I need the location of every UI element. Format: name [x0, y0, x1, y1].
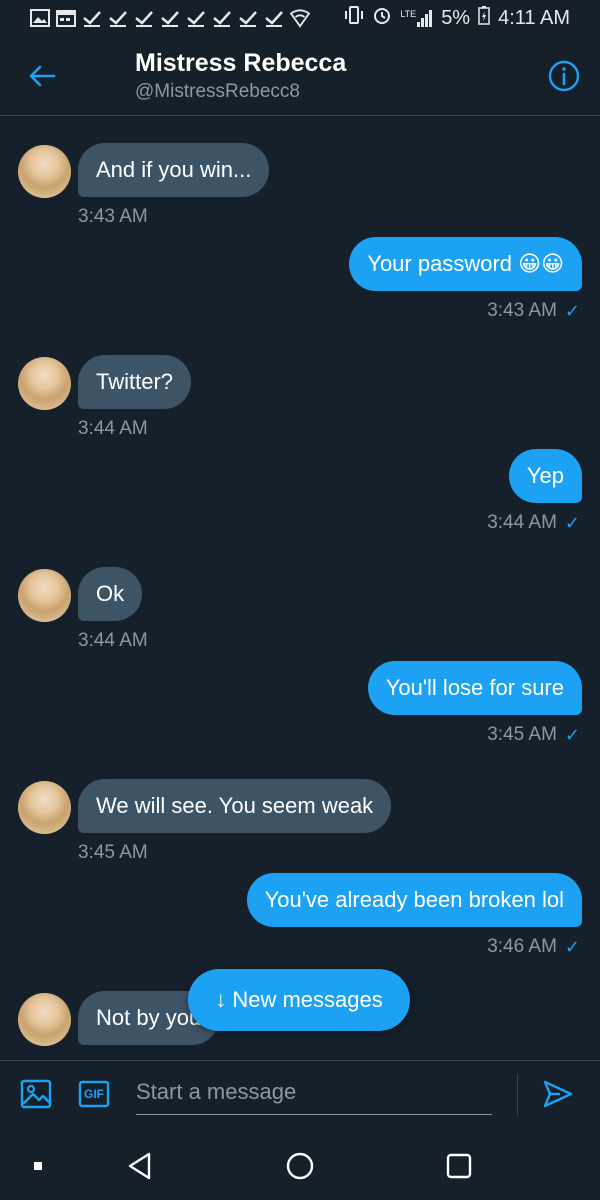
message-bubble[interactable]: Twitter?	[78, 355, 192, 409]
recent-dot-button[interactable]	[20, 1148, 56, 1184]
conversation-title[interactable]: Mistress Rebecca	[135, 49, 346, 78]
calendar-icon	[56, 8, 76, 28]
message-bubble[interactable]: And if you win...	[78, 143, 270, 197]
network-type: LTE	[400, 9, 417, 19]
system-status: LTE 5% 4:11 AM	[344, 5, 570, 31]
nav-home-button[interactable]	[282, 1148, 318, 1184]
avatar[interactable]	[18, 993, 71, 1046]
send-button[interactable]	[542, 1078, 574, 1110]
new-messages-button[interactable]: ↓ New messages	[188, 969, 410, 1031]
message-timestamp: 3:46 AM	[487, 936, 557, 957]
gif-button[interactable]: GIF	[78, 1078, 110, 1110]
gif-label: GIF	[84, 1087, 104, 1101]
dot-icon	[34, 1162, 42, 1170]
battery-percent: 5%	[441, 6, 471, 29]
avatar[interactable]	[18, 569, 71, 622]
message-timestamp: 3:45 AM	[487, 724, 557, 745]
conversation-header: Mistress Rebecca @MistressRebecc8	[0, 36, 600, 116]
avatar[interactable]	[18, 145, 71, 198]
sent-check-icon: ✓	[564, 300, 580, 321]
sent-check-icon: ✓	[564, 512, 580, 533]
arrow-left-icon	[29, 65, 56, 87]
avatar[interactable]	[18, 781, 71, 834]
nav-recents-button[interactable]	[441, 1148, 477, 1184]
status-bar: LTE 5% 4:11 AM	[0, 0, 600, 36]
send-icon	[543, 1080, 573, 1108]
message-timestamp: 3:44 AM	[487, 512, 557, 533]
check-icon	[108, 8, 128, 28]
message-timestamp: 3:45 AM	[78, 842, 148, 863]
sent-check-icon: ✓	[564, 936, 580, 957]
message-bubble[interactable]: You'll lose for sure	[367, 661, 582, 715]
avatar[interactable]	[18, 357, 71, 410]
alarm-icon	[372, 5, 392, 31]
triangle-back-icon	[128, 1152, 151, 1180]
clock: 4:11 AM	[498, 6, 570, 29]
info-button[interactable]	[548, 60, 580, 92]
nav-back-button[interactable]	[122, 1148, 158, 1184]
system-nav-bar	[0, 1128, 600, 1200]
wifi-shield-icon	[290, 8, 310, 28]
back-button[interactable]	[22, 58, 62, 94]
message-meta: 3:44 AM ✓	[487, 512, 580, 534]
check-icon	[186, 8, 206, 28]
message-bubble[interactable]: Ok	[78, 567, 143, 621]
gallery-icon	[30, 8, 50, 28]
message-meta: 3:46 AM ✓	[487, 936, 580, 958]
message-composer: GIF	[0, 1060, 600, 1128]
check-icon	[82, 8, 102, 28]
message-timestamp: 3:44 AM	[78, 630, 148, 651]
vibrate-icon	[344, 5, 364, 31]
message-bubble[interactable]: We will see. You seem weak	[78, 779, 392, 833]
check-icon	[134, 8, 154, 28]
message-meta: 3:43 AM ✓	[487, 300, 580, 322]
sent-check-icon: ✓	[564, 724, 580, 745]
message-input[interactable]	[136, 1069, 492, 1115]
circle-home-icon	[286, 1152, 314, 1180]
message-bubble[interactable]: You've already been broken lol	[246, 873, 582, 927]
check-icon	[238, 8, 258, 28]
lte-signal-icon: LTE	[400, 9, 433, 27]
divider	[517, 1074, 518, 1116]
image-icon	[20, 1079, 52, 1109]
conversation-handle: @MistressRebecc8	[135, 81, 300, 102]
message-timestamp: 3:43 AM	[487, 300, 557, 321]
message-timestamp: 3:43 AM	[78, 206, 148, 227]
message-meta: 3:45 AM ✓	[487, 724, 580, 746]
info-icon	[548, 60, 580, 92]
check-icon	[160, 8, 180, 28]
notification-icons	[30, 8, 310, 28]
message-bubble[interactable]: Yep	[508, 449, 582, 503]
battery-icon	[478, 5, 490, 31]
image-button[interactable]	[20, 1078, 52, 1110]
square-recents-icon	[446, 1153, 472, 1179]
check-icon	[264, 8, 284, 28]
message-timestamp: 3:44 AM	[78, 418, 148, 439]
message-bubble[interactable]: Your password 😀😀	[349, 237, 582, 291]
message-list[interactable]: And if you win... 3:43 AM Your password …	[0, 117, 600, 1060]
check-icon	[212, 8, 232, 28]
